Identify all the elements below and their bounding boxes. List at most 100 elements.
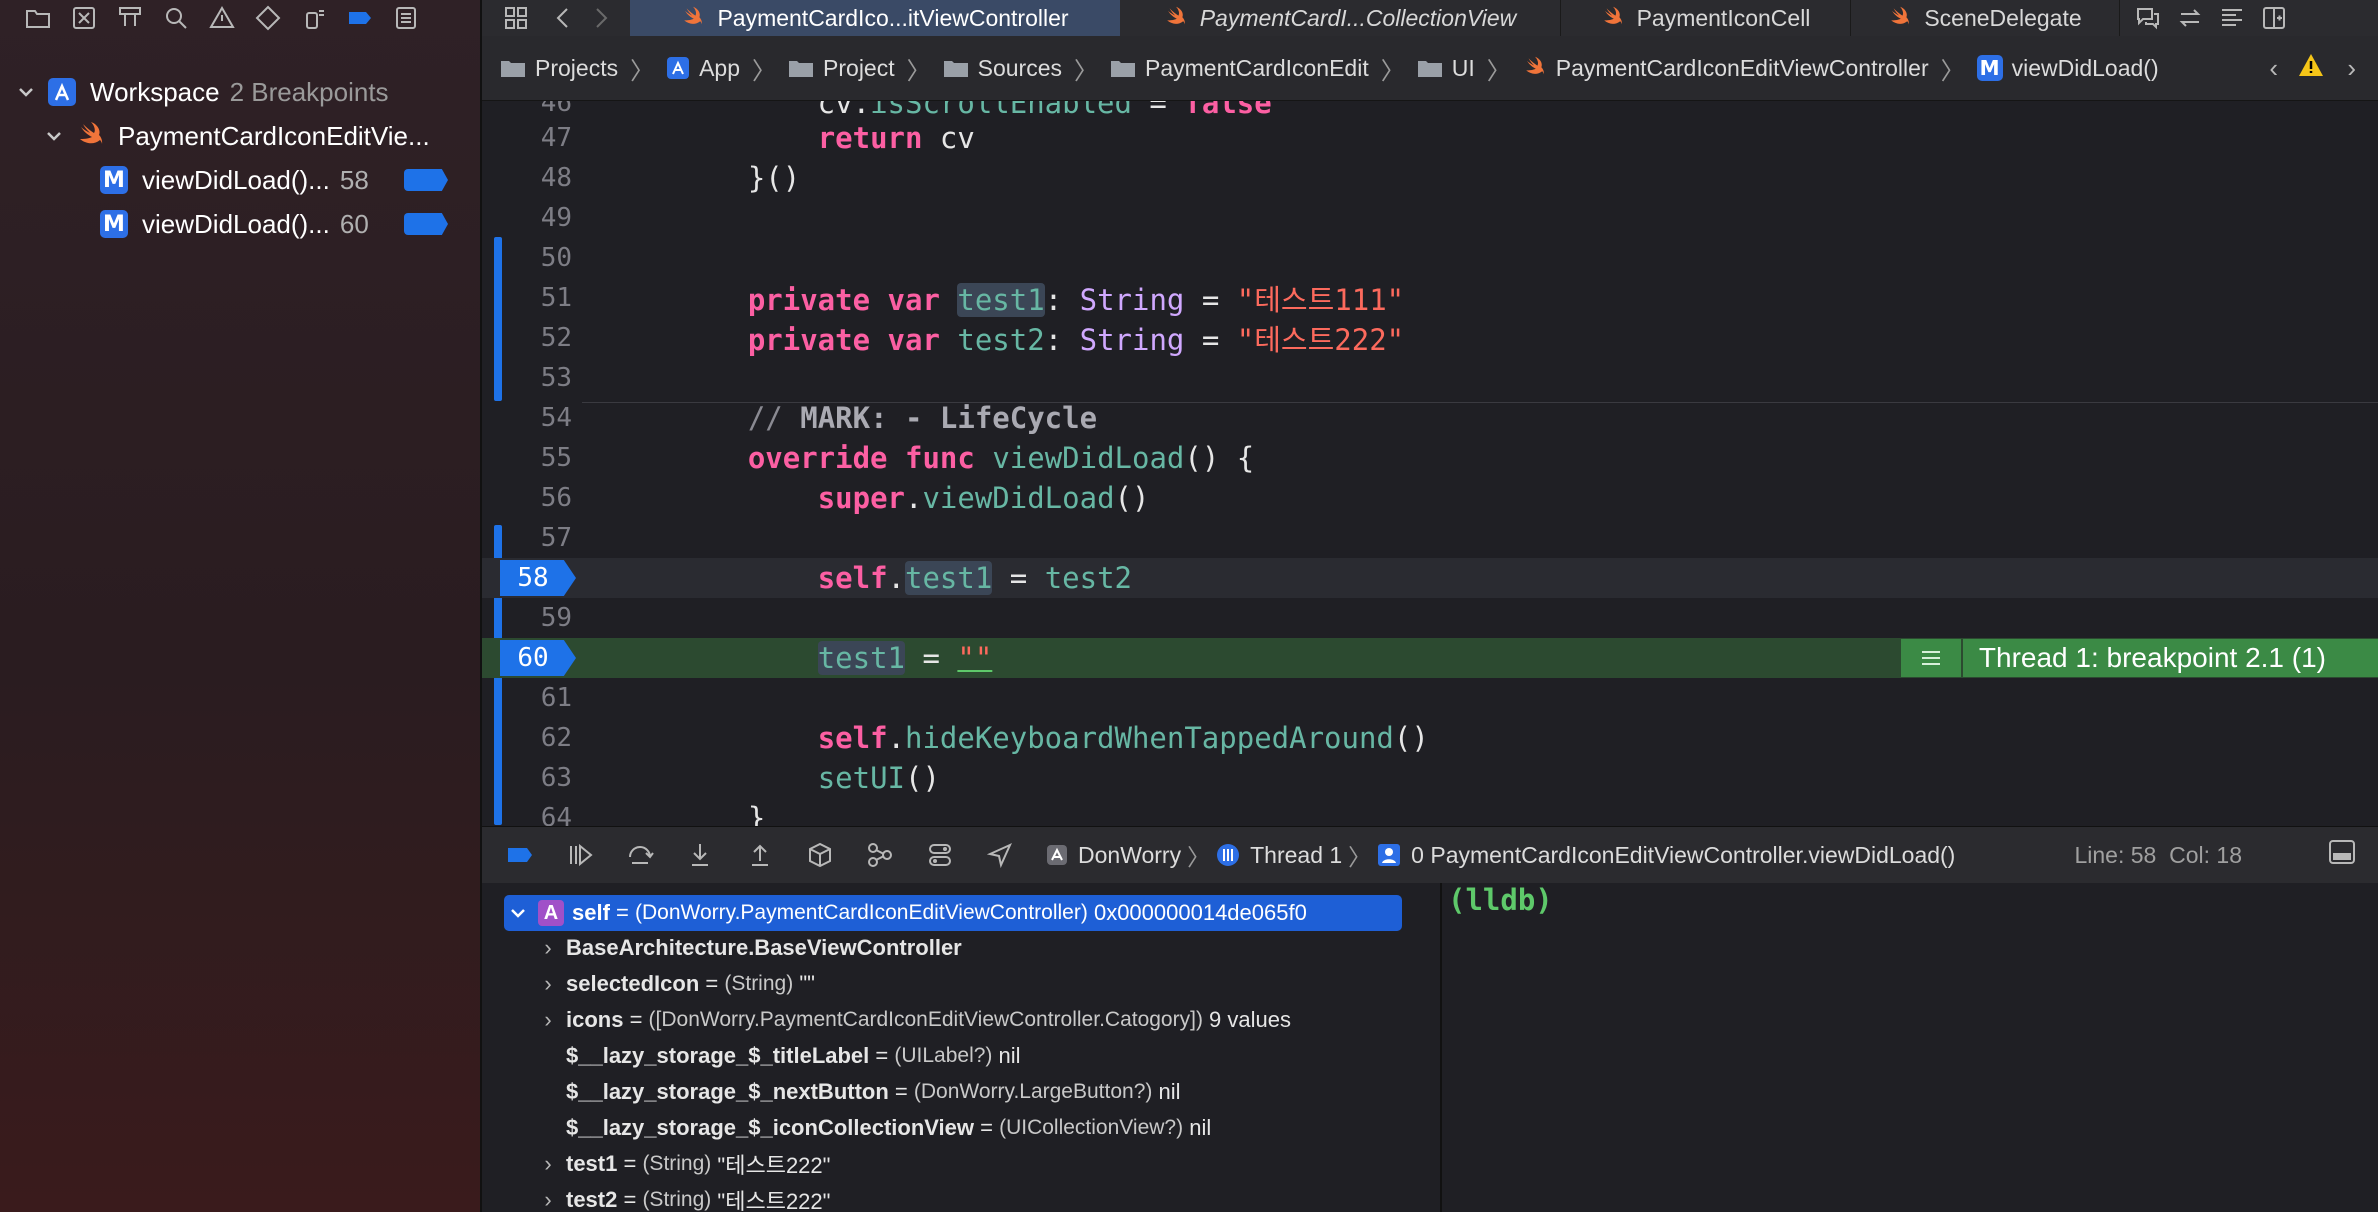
report-icon[interactable] bbox=[392, 4, 420, 32]
code-line[interactable]: 55 override func viewDidLoad() { bbox=[482, 438, 2378, 478]
step-out-icon[interactable] bbox=[744, 839, 776, 871]
simulate-location-icon[interactable] bbox=[984, 839, 1016, 871]
code-line[interactable]: 49 bbox=[482, 198, 2378, 238]
breakpoint-toggle[interactable] bbox=[404, 213, 448, 235]
continue-icon[interactable] bbox=[564, 839, 596, 871]
code-line[interactable]: 59 bbox=[482, 598, 2378, 638]
menu-lines-icon[interactable] bbox=[1900, 639, 1961, 677]
swift-file-icon bbox=[684, 6, 703, 25]
code-line[interactable]: 50 bbox=[482, 238, 2378, 278]
code-line[interactable]: 52 private var test2: String = "테스트222" bbox=[482, 318, 2378, 358]
breadcrumb-item-project[interactable]: Project bbox=[788, 55, 895, 82]
breakpoint-row[interactable]: M viewDidLoad()... 58 bbox=[0, 158, 480, 202]
test-diamond-icon[interactable] bbox=[254, 4, 282, 32]
hide-debug-area-icon[interactable] bbox=[2328, 838, 2356, 872]
source-editor[interactable]: 46 cv.isScrollEnabled = false 47 return … bbox=[482, 101, 2378, 826]
chevron-right-icon[interactable]: › bbox=[538, 1007, 558, 1033]
debug-spray-icon[interactable] bbox=[300, 4, 328, 32]
breadcrumb-chevron-icon: 〉 bbox=[752, 57, 777, 85]
related-items-grid-icon[interactable] bbox=[502, 4, 530, 32]
issue-warning-icon[interactable] bbox=[208, 4, 236, 32]
code-line[interactable]: 48 }() bbox=[482, 158, 2378, 198]
thread-annotation[interactable]: Thread 1: breakpoint 2.1 (1) bbox=[1900, 639, 2378, 677]
step-over-icon[interactable] bbox=[624, 839, 656, 871]
code-line[interactable]: 64 } bbox=[482, 798, 2378, 826]
warning-icon[interactable] bbox=[2298, 53, 2324, 83]
breadcrumb-item-projects[interactable]: Projects bbox=[500, 55, 618, 82]
lldb-console[interactable]: (lldb) bbox=[1442, 883, 2378, 1212]
code-line[interactable]: 53 bbox=[482, 358, 2378, 398]
tab-payment-icon-cell[interactable]: PaymentIconCell bbox=[1560, 0, 1850, 36]
step-into-icon[interactable] bbox=[684, 839, 716, 871]
source-control-icon[interactable] bbox=[70, 4, 98, 32]
tab-payment-card-collection-view[interactable]: PaymentCardI...CollectionView bbox=[1120, 0, 1560, 36]
code-line[interactable]: 61 bbox=[482, 678, 2378, 718]
view-hierarchy-icon[interactable] bbox=[804, 839, 836, 871]
code-line[interactable]: 62 self.hideKeyboardWhenTappedAround() bbox=[482, 718, 2378, 758]
variable-row[interactable]: $__lazy_storage_$_iconCollectionView = (… bbox=[566, 1110, 1211, 1146]
variable-name: BaseArchitecture.BaseViewController bbox=[566, 935, 962, 960]
code-line[interactable]: 47 return cv bbox=[482, 118, 2378, 158]
forward-chevron-icon[interactable] bbox=[586, 4, 614, 32]
back-chevron-icon[interactable] bbox=[550, 4, 578, 32]
tab-payment-card-icon-edit-view-controller[interactable]: PaymentCardIco...itViewController bbox=[630, 0, 1120, 36]
environment-overrides-icon[interactable] bbox=[924, 839, 956, 871]
variable-row[interactable]: $__lazy_storage_$_nextButton = (DonWorry… bbox=[566, 1074, 1181, 1110]
breakpoint-toggle[interactable] bbox=[404, 169, 448, 191]
breakpoint-marker[interactable]: 58 bbox=[500, 560, 576, 596]
execution-line[interactable]: 60 test1 = "" Thread 1: breakpoint 2.1 (… bbox=[482, 638, 2378, 678]
code-line[interactable]: 57 bbox=[482, 518, 2378, 558]
breadcrumb-item-app[interactable]: App bbox=[666, 55, 740, 82]
breakpoint-row[interactable]: M viewDidLoad()... 60 bbox=[0, 202, 480, 246]
code-line[interactable]: 56 super.viewDidLoad() bbox=[482, 478, 2378, 518]
variable-row[interactable]: › BaseArchitecture.BaseViewController bbox=[538, 930, 962, 966]
next-issue-chevron-icon[interactable]: › bbox=[2347, 53, 2356, 84]
variable-value: nil bbox=[1152, 1079, 1181, 1104]
method-icon: M bbox=[100, 210, 128, 238]
breadcrumb-item-ui[interactable]: UI bbox=[1417, 55, 1475, 82]
thread-crumb[interactable]: Thread 1 bbox=[1216, 842, 1342, 869]
breakpoint-marker[interactable]: 60 bbox=[500, 640, 576, 676]
breadcrumb-item-sources[interactable]: Sources bbox=[943, 55, 1062, 82]
variables-view[interactable]: A self = (DonWorry.PaymentCardIconEditVi… bbox=[482, 883, 1442, 1212]
code-review-icon[interactable] bbox=[2134, 4, 2162, 32]
code-line[interactable]: 54 // MARK: - LifeCycle bbox=[482, 398, 2378, 438]
variable-row[interactable]: › test1 = (String) "테스트222" bbox=[538, 1146, 830, 1182]
adjust-editor-arrows-icon[interactable] bbox=[2176, 4, 2204, 32]
editor-options-lines-icon[interactable] bbox=[2218, 4, 2246, 32]
previous-issue-chevron-icon[interactable]: ‹ bbox=[2269, 53, 2278, 84]
frame-crumb[interactable]: 0 PaymentCardIconEditViewController.view… bbox=[1377, 842, 1955, 869]
chevron-right-icon[interactable]: › bbox=[538, 935, 558, 961]
add-editor-split-icon[interactable] bbox=[2260, 4, 2288, 32]
chevron-down-icon[interactable] bbox=[16, 82, 36, 102]
code-line[interactable]: 51 private var test1: String = "테스트111" bbox=[482, 278, 2378, 318]
chevron-right-icon[interactable]: › bbox=[538, 1151, 558, 1177]
tab-scene-delegate[interactable]: SceneDelegate bbox=[1850, 0, 2120, 36]
file-row[interactable]: PaymentCardIconEditVie... bbox=[0, 114, 480, 158]
variable-row[interactable]: $__lazy_storage_$_titleLabel = (UILabel?… bbox=[566, 1038, 1021, 1074]
code-line[interactable]: 63 setUI() bbox=[482, 758, 2378, 798]
memory-graph-icon[interactable] bbox=[864, 839, 896, 871]
workspace-row[interactable]: Workspace 2 Breakpoints bbox=[0, 70, 480, 114]
variable-name: test1 bbox=[566, 1151, 618, 1176]
folder-icon bbox=[501, 61, 525, 77]
breadcrumb-item-method[interactable]: M viewDidLoad() bbox=[1976, 55, 2159, 82]
breadcrumb-item-file[interactable]: PaymentCardIconEditViewController bbox=[1523, 55, 1929, 82]
variable-row-selected[interactable]: A self = (DonWorry.PaymentCardIconEditVi… bbox=[504, 895, 1402, 931]
variable-row[interactable]: › test2 = (String) "테스트222" bbox=[538, 1182, 830, 1212]
variable-row[interactable]: › icons = ([DonWorry.PaymentCardIconEdit… bbox=[538, 1002, 1291, 1038]
variable-row[interactable]: › selectedIcon = (String) "" bbox=[538, 966, 815, 1002]
code-text: self.test1 = test2 bbox=[817, 561, 1133, 595]
current-code-line[interactable]: 58 self.test1 = test2 bbox=[482, 558, 2378, 598]
breadcrumb-item-payment-card-icon-edit[interactable]: PaymentCardIconEdit bbox=[1110, 55, 1369, 82]
chevron-right-icon[interactable]: › bbox=[538, 1187, 558, 1212]
hierarchy-icon[interactable] bbox=[116, 4, 144, 32]
chevron-down-icon[interactable] bbox=[44, 126, 64, 146]
chevron-right-icon[interactable]: › bbox=[538, 971, 558, 997]
scheme-crumb[interactable]: DonWorry bbox=[1046, 842, 1181, 869]
folder-icon[interactable] bbox=[24, 4, 52, 32]
breakpoint-navigator-icon[interactable] bbox=[346, 4, 374, 32]
chevron-down-icon[interactable] bbox=[508, 905, 528, 921]
breakpoints-active-icon[interactable] bbox=[504, 839, 536, 871]
search-icon[interactable] bbox=[162, 4, 190, 32]
